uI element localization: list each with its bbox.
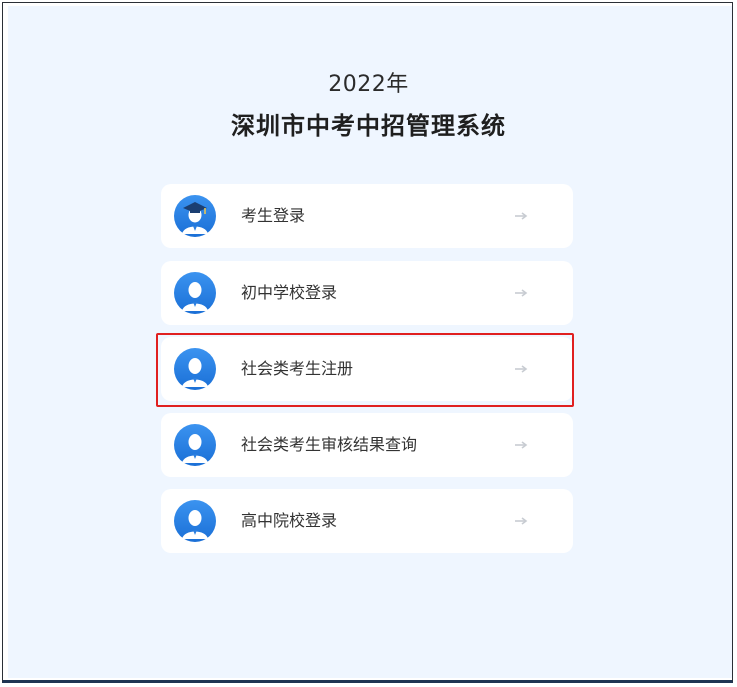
middle-school-login-button[interactable]: 初中学校登录 [161,261,573,325]
menu-item-label: 社会类考生注册 [241,359,354,378]
person-avatar-icon [173,499,217,543]
menu-item-label: 初中学校登录 [241,283,338,302]
high-school-login-button[interactable]: 高中院校登录 [161,489,573,553]
arrow-right-icon [513,437,529,453]
year-title: 2022年 [328,72,409,97]
person-avatar-icon [173,423,217,467]
person-avatar-icon [173,347,217,391]
menu-item-label: 考生登录 [241,206,306,225]
menu-item-label: 高中院校登录 [241,511,338,530]
social-candidate-register-button[interactable]: 社会类考生注册 [161,337,573,401]
arrow-right-icon [513,208,529,224]
student-login-button[interactable]: 考生登录 [161,184,573,248]
arrow-right-icon [513,361,529,377]
person-avatar-icon [173,271,217,315]
menu-item-label: 社会类考生审核结果查询 [241,435,418,454]
arrow-right-icon [513,285,529,301]
system-title: 深圳市中考中招管理系统 [231,112,506,140]
social-candidate-review-query-button[interactable]: 社会类考生审核结果查询 [161,413,573,477]
graduate-avatar-icon [173,194,217,238]
arrow-right-icon [513,513,529,529]
